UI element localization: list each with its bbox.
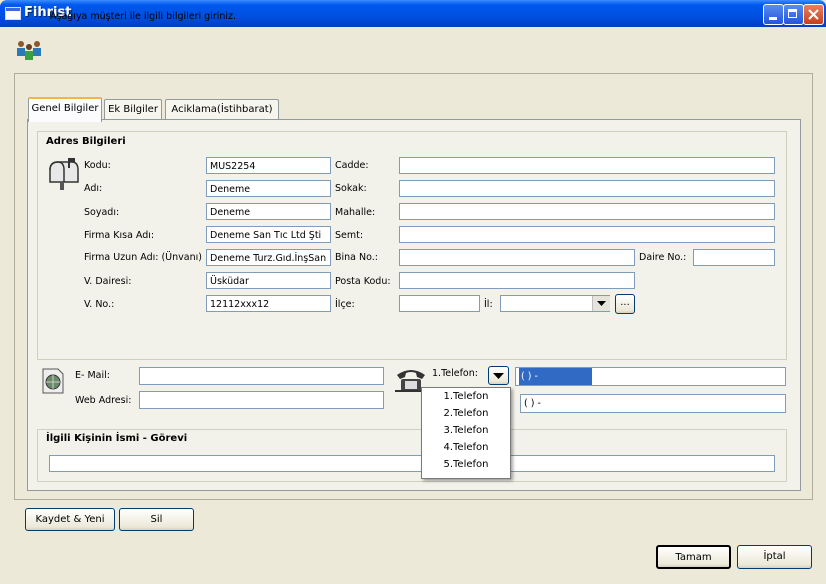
posta-label: Posta Kodu: bbox=[335, 276, 391, 287]
email-field[interactable] bbox=[139, 367, 384, 385]
header-instruction: Aşağıya müşteri ile ilgili bilgileri gir… bbox=[50, 11, 237, 22]
close-button[interactable] bbox=[803, 4, 824, 25]
phone-type-label: 1.Telefon: bbox=[432, 368, 478, 379]
sokak-label: Sokak: bbox=[335, 183, 367, 194]
cadde-field[interactable] bbox=[399, 157, 775, 174]
daire-label: Daire No.: bbox=[639, 252, 687, 263]
phone2-field[interactable]: ( ) - bbox=[520, 394, 786, 413]
firma-kisa-field[interactable]: Deneme San Tıc Ltd Şti bbox=[206, 226, 331, 243]
header-area bbox=[0, 27, 826, 72]
kaydet-yeni-button[interactable]: Kaydet & Yeni bbox=[25, 508, 115, 531]
il-dropdown-button[interactable] bbox=[592, 296, 610, 311]
adi-field[interactable]: Deneme bbox=[206, 180, 331, 197]
ilce-field[interactable] bbox=[399, 295, 480, 312]
people-icon bbox=[17, 41, 41, 60]
person-group-title: İlgili Kişinin İsmi - Görevi bbox=[46, 433, 188, 444]
phone1-selected-text: ( ) - bbox=[519, 368, 592, 385]
sokak-field[interactable] bbox=[399, 180, 775, 197]
mailbox-icon bbox=[49, 158, 79, 190]
chevron-down-icon bbox=[597, 301, 606, 306]
vdairesi-label: V. Dairesi: bbox=[84, 276, 132, 287]
dropdown-option-3[interactable]: 3.Telefon bbox=[422, 425, 510, 436]
mahalle-field[interactable] bbox=[399, 203, 775, 220]
semt-field[interactable] bbox=[399, 226, 775, 243]
close-icon bbox=[808, 9, 819, 20]
minimize-button[interactable] bbox=[763, 4, 784, 25]
phone-type-dropdown-button[interactable] bbox=[488, 366, 509, 385]
tab-ek-bilgiler[interactable]: Ek Bilgiler bbox=[104, 99, 162, 120]
tab-aciklama[interactable]: Aciklama(İstihbarat) bbox=[165, 99, 279, 120]
firma-kisa-label: Firma Kısa Adı: bbox=[84, 230, 155, 241]
kodu-label: Kodu: bbox=[84, 160, 111, 171]
email-label: E- Mail: bbox=[75, 370, 110, 381]
tab-genel-bilgiler[interactable]: Genel Bilgiler bbox=[28, 97, 102, 122]
cadde-label: Cadde: bbox=[335, 160, 369, 171]
phone-type-dropdown-list[interactable]: 1.Telefon 2.Telefon 3.Telefon 4.Telefon … bbox=[421, 387, 511, 479]
vno-field[interactable]: 12112xxx12 bbox=[206, 295, 331, 312]
tamam-button[interactable]: Tamam bbox=[656, 545, 731, 569]
window-icon bbox=[5, 7, 21, 20]
dropdown-option-2[interactable]: 2.Telefon bbox=[422, 408, 510, 419]
il-label: İl: bbox=[484, 299, 493, 310]
mahalle-label: Mahalle: bbox=[335, 207, 376, 218]
chevron-down-icon bbox=[493, 373, 504, 379]
kodu-field[interactable]: MUS2254 bbox=[206, 157, 331, 174]
sil-button[interactable]: Sil bbox=[119, 508, 194, 531]
web-label: Web Adresi: bbox=[75, 395, 132, 406]
adi-label: Adı: bbox=[84, 183, 103, 194]
browse-button[interactable]: ... bbox=[615, 294, 635, 314]
firma-uzun-label: Firma Uzun Adı: (Ünvanı) bbox=[84, 252, 202, 263]
maximize-button[interactable] bbox=[783, 4, 804, 25]
globe-icon bbox=[42, 368, 64, 394]
bina-label: Bina No.: bbox=[335, 252, 378, 263]
web-field[interactable] bbox=[139, 391, 384, 409]
semt-label: Semt: bbox=[335, 230, 364, 241]
ilce-label: İlçe: bbox=[335, 299, 355, 310]
daire-field[interactable] bbox=[693, 249, 775, 266]
posta-field[interactable] bbox=[399, 272, 635, 289]
dropdown-option-1[interactable]: 1.Telefon bbox=[422, 391, 510, 402]
bina-field[interactable] bbox=[399, 249, 635, 266]
soyadi-label: Soyadı: bbox=[84, 207, 120, 218]
person-field[interactable] bbox=[49, 455, 775, 472]
iptal-button[interactable]: İptal bbox=[737, 545, 812, 569]
firma-uzun-field[interactable]: Deneme Turz.Gıd.İnşSan bbox=[206, 249, 331, 266]
dropdown-option-4[interactable]: 4.Telefon bbox=[422, 442, 510, 453]
vno-label: V. No.: bbox=[84, 299, 115, 310]
phone1-field[interactable]: ( ) - bbox=[515, 367, 786, 386]
dropdown-option-5[interactable]: 5.Telefon bbox=[422, 459, 510, 470]
soyadi-field[interactable]: Deneme bbox=[206, 203, 331, 220]
vdairesi-field[interactable]: Üsküdar bbox=[206, 272, 331, 289]
address-group-title: Adres Bilgileri bbox=[46, 136, 126, 147]
